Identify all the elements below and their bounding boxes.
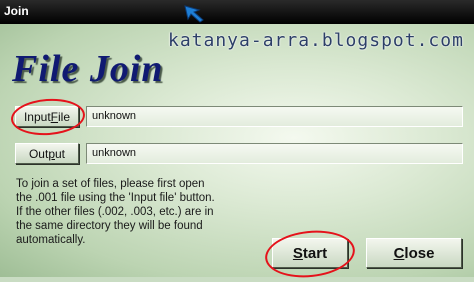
- window-title: Join: [4, 4, 29, 18]
- output-file-field[interactable]: unknown: [86, 143, 463, 164]
- mouse-pointer-icon: [184, 5, 204, 23]
- input-file-label-post: ile: [58, 109, 71, 124]
- close-button[interactable]: Close: [366, 238, 462, 268]
- help-line: If the other files (.002, .003, etc.) ar…: [16, 206, 214, 218]
- output-label-accel: p: [48, 146, 55, 161]
- help-line: automatically.: [16, 234, 86, 246]
- help-text: To join a set of files, please first ope…: [16, 177, 266, 247]
- output-label-post: ut: [55, 146, 66, 161]
- help-line: the .001 file using the 'Input file' but…: [16, 192, 215, 204]
- close-label-rest: lose: [404, 244, 435, 262]
- help-line: the same directory they will be found: [16, 220, 203, 232]
- output-button[interactable]: Out p ut: [15, 143, 79, 164]
- close-label-accel: C: [393, 244, 405, 262]
- input-file-button[interactable]: Input File: [15, 106, 79, 127]
- help-line: To join a set of files, please first ope…: [16, 178, 205, 190]
- start-button[interactable]: Start: [272, 238, 348, 268]
- start-label-rest: tart: [302, 244, 328, 262]
- input-file-field[interactable]: unknown: [86, 106, 463, 127]
- title-bar[interactable]: Join: [0, 0, 474, 24]
- watermark-text: katanya-arra.blogspot.com: [168, 30, 464, 51]
- app-title: File Join: [12, 48, 164, 90]
- output-label-pre: Out: [28, 146, 49, 161]
- join-window: Join katanya-arra.blogspot.com File Join…: [0, 0, 474, 282]
- input-file-label-pre: Input: [23, 109, 51, 124]
- start-label-accel: S: [292, 244, 303, 262]
- input-file-label-accel: F: [50, 109, 59, 124]
